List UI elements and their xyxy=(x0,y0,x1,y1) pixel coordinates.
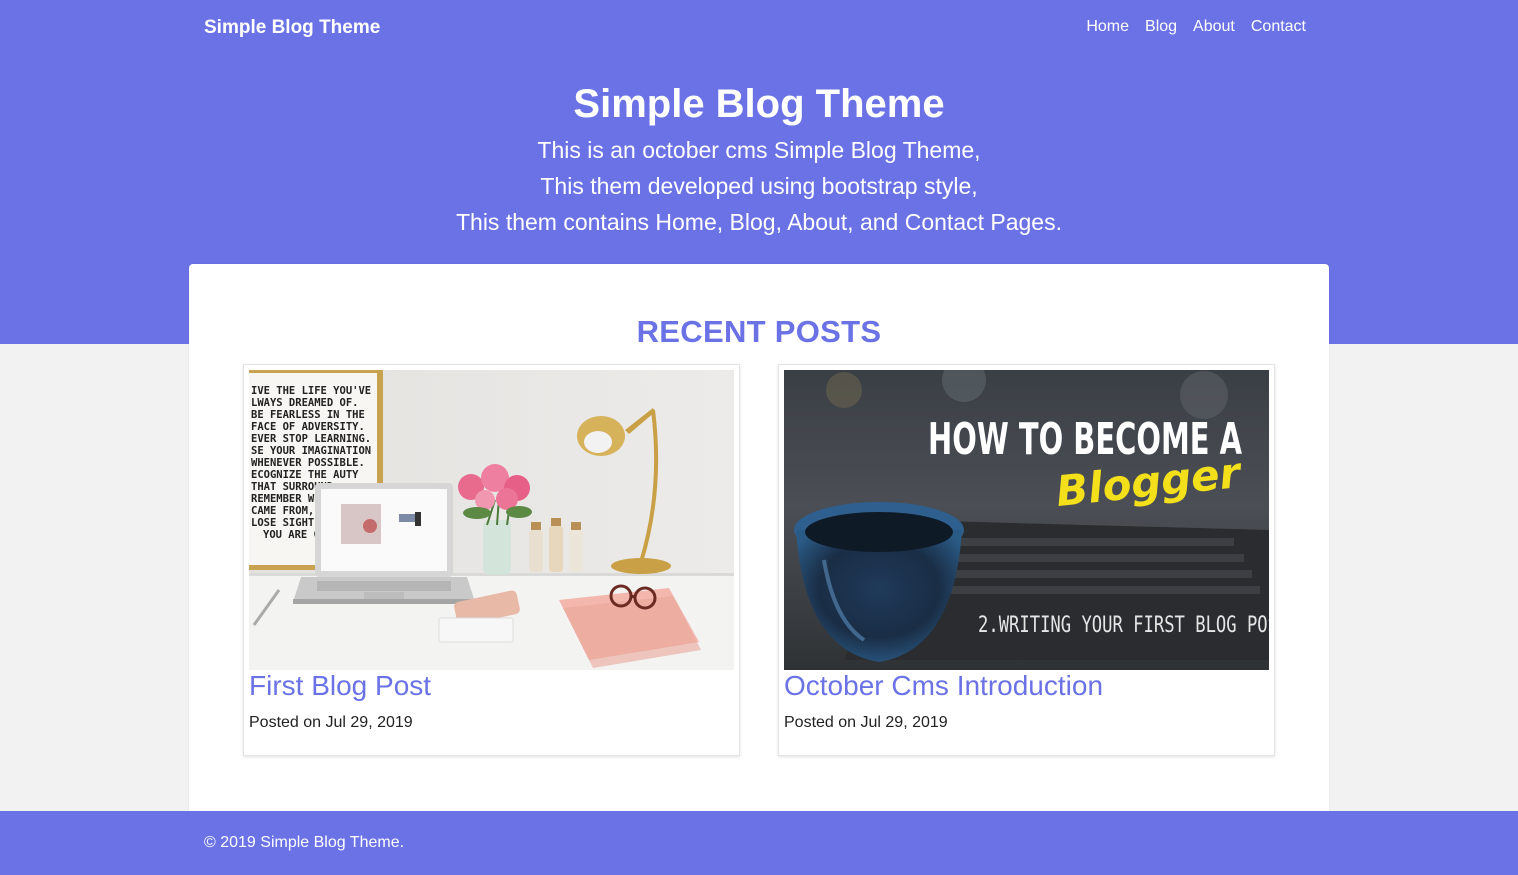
svg-text:WHENEVER POSSIBLE.: WHENEVER POSSIBLE. xyxy=(251,457,365,469)
top-navbar: Simple Blog Theme Home Blog About Contac… xyxy=(0,0,1518,56)
desk-photo: IVE THE LIFE YOU'VE LWAYS DREAMED OF. BE… xyxy=(249,370,734,670)
svg-text:IVE THE LIFE YOU'VE: IVE THE LIFE YOU'VE xyxy=(251,385,371,397)
nav-links: Home Blog About Contact xyxy=(1086,18,1306,36)
svg-text:BE FEARLESS IN THE: BE FEARLESS IN THE xyxy=(251,409,365,421)
hero-line-2: This them developed using bootstrap styl… xyxy=(540,173,978,199)
image-caption: 2.WRITING YOUR FIRST BLOG POS xyxy=(978,613,1269,638)
nav-contact-link[interactable]: Contact xyxy=(1251,18,1306,36)
post-card: HOW TO BECOME A Blogger 2.WRITING YOUR F… xyxy=(778,364,1275,756)
footer-copyright: © 2019 Simple Blog Theme. xyxy=(204,834,405,851)
brand-link[interactable]: Simple Blog Theme xyxy=(204,17,380,39)
hero-line-3: This them contains Home, Blog, About, an… xyxy=(455,209,1062,235)
recent-posts-heading: RECENT POSTS xyxy=(636,314,882,349)
nav-blog-link[interactable]: Blog xyxy=(1145,18,1177,36)
hero-line-1: This is an october cms Simple Blog Theme… xyxy=(537,137,981,163)
footer: © 2019 Simple Blog Theme. xyxy=(0,811,1518,875)
post-title-link[interactable]: First Blog Post xyxy=(249,670,431,702)
svg-text:LWAYS DREAMED OF.: LWAYS DREAMED OF. xyxy=(251,397,358,409)
svg-text:EVER STOP LEARNING.: EVER STOP LEARNING. xyxy=(251,433,371,445)
content-card: RECENT POSTS IVE THE LIFE YOU'VE LWAYS D… xyxy=(189,264,1329,824)
nav-home-link[interactable]: Home xyxy=(1086,18,1129,36)
hero-section: Simple Blog Theme This is an october cms… xyxy=(0,78,1518,240)
svg-text:ECOGNIZE THE AUTY: ECOGNIZE THE AUTY xyxy=(251,469,359,481)
svg-text:SE YOUR IMAGINATION: SE YOUR IMAGINATION xyxy=(251,445,371,457)
hero-title: Simple Blog Theme xyxy=(573,82,945,126)
post-date: Posted on Jul 29, 2019 xyxy=(249,714,413,731)
post-date: Posted on Jul 29, 2019 xyxy=(784,714,948,731)
hero-description: This is an october cms Simple Blog Theme… xyxy=(0,132,1518,240)
post-card: IVE THE LIFE YOU'VE LWAYS DREAMED OF. BE… xyxy=(243,364,740,756)
blogger-photo: HOW TO BECOME A Blogger 2.WRITING YOUR F… xyxy=(784,370,1269,670)
post-image-desk[interactable]: IVE THE LIFE YOU'VE LWAYS DREAMED OF. BE… xyxy=(249,370,734,670)
svg-text:FACE OF ADVERSITY.: FACE OF ADVERSITY. xyxy=(251,421,365,433)
post-image-blogger[interactable]: HOW TO BECOME A Blogger 2.WRITING YOUR F… xyxy=(784,370,1269,670)
post-title-link[interactable]: October Cms Introduction xyxy=(784,670,1103,702)
nav-about-link[interactable]: About xyxy=(1193,18,1235,36)
